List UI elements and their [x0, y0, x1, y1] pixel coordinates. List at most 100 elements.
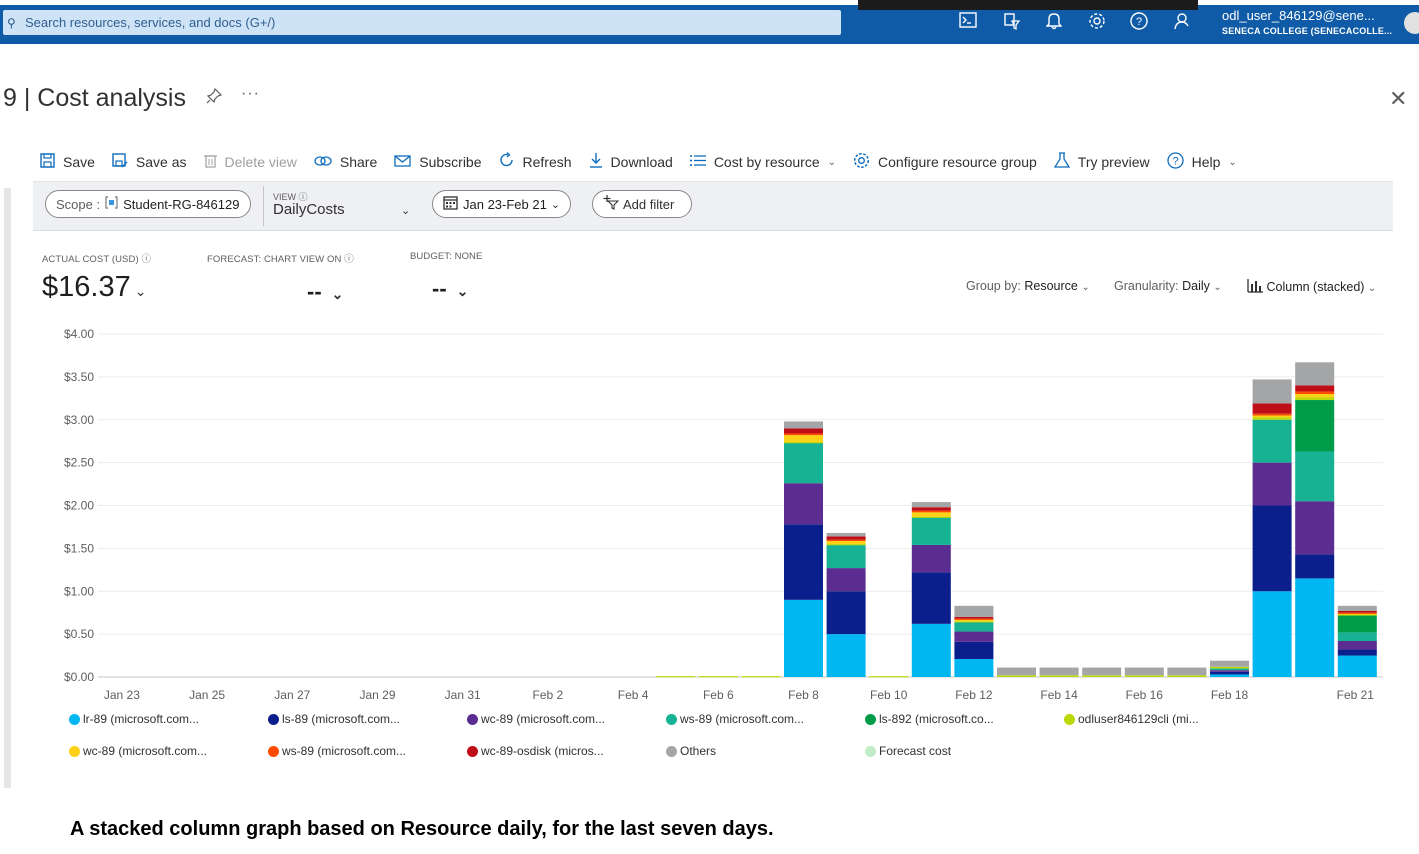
granularity-dropdown[interactable]: Granularity: Daily ⌄ [1114, 279, 1222, 293]
actual-cost-kpi[interactable]: ACTUAL COST (USD) ⓘ $16.37 ⌄ [42, 251, 151, 304]
share-label: Share [339, 154, 378, 170]
bar-segment [1252, 591, 1292, 677]
subscribe-button[interactable]: Subscribe [394, 154, 482, 171]
granularity-value: Daily [1182, 279, 1210, 293]
bar-segment [1295, 554, 1335, 579]
cost-by-resource-label: Cost by resource [713, 154, 820, 170]
search-icon: ⚲ [7, 15, 16, 30]
directory-filter-icon[interactable] [1001, 12, 1023, 34]
bar-segment [1210, 660, 1249, 667]
legend-item[interactable]: ls-892 (microsoft.co... [865, 712, 994, 726]
bar-segment [1337, 610, 1377, 613]
group-by-dropdown[interactable]: Group by: Resource ⌄ [966, 279, 1090, 293]
bar-segment [1337, 649, 1377, 656]
info-icon: ⓘ [344, 254, 354, 265]
legend-item[interactable]: odluser846129cli (mi... [1064, 712, 1199, 726]
bar-segment [1082, 675, 1122, 677]
help-icon[interactable]: ? [1128, 12, 1150, 34]
bar-segment [911, 623, 951, 677]
help-dropdown[interactable]: ? Help ⌄ [1166, 151, 1237, 173]
configure-resource-group-button[interactable]: Configure resource group [853, 152, 1037, 173]
bar-segment [826, 532, 866, 537]
x-tick-label: Feb 21 [1337, 688, 1375, 702]
share-button[interactable]: Share [314, 154, 377, 171]
pin-icon[interactable] [206, 87, 223, 109]
save-button[interactable]: Save [40, 152, 95, 172]
scope-value: Student-RG-846129 [123, 196, 240, 212]
bar-segment [1295, 362, 1335, 386]
bar-segment [1082, 667, 1122, 676]
download-button[interactable]: Download [589, 152, 673, 172]
bar-segment [784, 442, 823, 444]
bar-segment [1252, 417, 1292, 420]
feedback-icon[interactable] [1170, 12, 1192, 34]
bar-segment [741, 676, 781, 678]
legend-item[interactable]: ws-89 (microsoft.com... [666, 712, 804, 726]
forecast-kpi[interactable]: FORECAST: CHART VIEW ON ⓘ -- ⌄ [207, 251, 354, 305]
y-tick-label: $1.50 [64, 541, 94, 555]
legend-item[interactable]: Others [666, 744, 716, 758]
legend-item[interactable]: ws-89 (microsoft.com... [268, 744, 406, 758]
legend-swatch [467, 745, 478, 757]
bar-segment [1252, 379, 1292, 404]
bar-segment [784, 428, 823, 434]
flask-icon [1053, 151, 1070, 173]
x-tick-label: Feb 4 [618, 688, 649, 702]
settings-icon[interactable] [1086, 12, 1108, 34]
bar-segment [826, 544, 866, 546]
global-search[interactable]: ⚲ [3, 10, 841, 35]
legend-item[interactable]: wc-89 (microsoft.com... [467, 712, 605, 726]
forecast-value: -- [307, 279, 322, 304]
chart-type-dropdown[interactable]: Column (stacked) ⌄ [1247, 279, 1376, 296]
legend-item[interactable]: ls-89 (microsoft.com... [268, 712, 400, 726]
bar-segment [954, 622, 994, 632]
save-as-icon [112, 152, 128, 172]
bar-segment [826, 634, 866, 677]
legend-item[interactable]: wc-89 (microsoft.com... [69, 744, 207, 758]
user-org: SENECA COLLEGE (SENECACOLLE... [1222, 26, 1393, 36]
bar-segment [826, 539, 866, 541]
chevron-down-icon: ⌄ [401, 205, 411, 217]
svg-text:?: ? [1172, 155, 1178, 167]
bar-segment [1295, 501, 1335, 555]
delete-view-button[interactable]: Delete view [203, 153, 297, 172]
save-as-button[interactable]: Save as [112, 152, 187, 172]
legend-item[interactable]: wc-89-osdisk (micros... [467, 744, 604, 758]
bar-segment [656, 676, 696, 678]
bar-segment [954, 618, 994, 620]
x-tick-label: Feb 6 [703, 688, 734, 702]
bar-segment [911, 516, 951, 518]
legend-swatch [467, 713, 478, 725]
bar-segment [1337, 655, 1377, 677]
chevron-down-icon: ⌄ [1213, 282, 1222, 293]
bar-segment [1295, 400, 1335, 452]
chevron-down-icon: ⌄ [134, 283, 147, 299]
legend-label: ws-89 (microsoft.com... [282, 744, 407, 758]
refresh-button[interactable]: Refresh [499, 152, 572, 172]
cost-by-resource-dropdown[interactable]: Cost by resource ⌄ [689, 154, 836, 171]
close-icon[interactable]: ✕ [1389, 86, 1407, 112]
legend-item[interactable]: lr-89 (microsoft.com... [69, 712, 199, 726]
scope-pill[interactable]: Scope : Student-RG-846129 [45, 190, 251, 218]
command-toolbar: Save Save as Delete view Share Subscribe… [40, 150, 1254, 174]
view-selector[interactable]: VIEW ⓘ DailyCosts ⌄ [263, 182, 423, 230]
download-label: Download [610, 154, 673, 170]
budget-kpi[interactable]: BUDGET: NONE -- ⌄ [410, 251, 482, 302]
date-range-pill[interactable]: Jan 23-Feb 21 ⌄ [432, 190, 571, 218]
bar-segment [911, 572, 951, 624]
delete-view-label: Delete view [224, 154, 297, 170]
search-input[interactable] [21, 15, 809, 30]
bar-segment [911, 544, 951, 573]
user-account[interactable]: odl_user_846129@sene... SENECA COLLEGE (… [1222, 8, 1392, 36]
filter-bar: Scope : Student-RG-846129 VIEW ⓘ DailyCo… [33, 181, 1393, 231]
cloud-shell-icon[interactable] [957, 12, 979, 34]
add-filter-button[interactable]: Add filter [592, 190, 692, 218]
more-options-button[interactable]: ··· [241, 85, 260, 103]
legend-item[interactable]: Forecast cost [865, 744, 951, 758]
bar-segment [1295, 385, 1335, 392]
notifications-icon[interactable] [1043, 12, 1065, 34]
try-preview-button[interactable]: Try preview [1053, 151, 1150, 173]
avatar[interactable] [1404, 12, 1419, 34]
y-tick-label: $3.50 [64, 370, 94, 384]
bar-segment [911, 502, 951, 508]
